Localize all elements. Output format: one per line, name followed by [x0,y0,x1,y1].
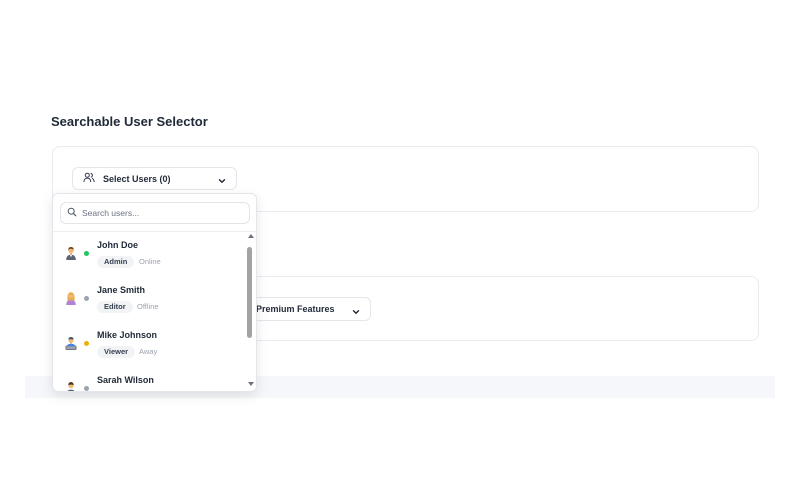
role-badge: Viewer [97,346,136,358]
user-row-mike-johnson[interactable]: Mike Johnson Viewer Away [53,322,246,367]
chevron-down-icon [217,173,227,191]
user-row-john-doe[interactable]: John Doe Admin Online [53,232,246,277]
section-title: Searchable User Selector [51,114,208,129]
status-dot [84,386,89,391]
search-box [60,202,250,224]
man-icon [65,246,77,260]
role-badge: Editor [97,301,133,313]
scrollbar[interactable] [246,232,256,391]
woman-icon [65,291,77,305]
search-input[interactable] [82,208,242,218]
search-icon [67,204,77,222]
offline-status-dot [84,296,89,301]
users-icon [83,170,95,188]
user-list: John Doe Admin Online Jane Smith Editor … [53,232,246,391]
chevron-down-icon [351,304,361,322]
select-users-label: Select Users (0) [103,173,171,184]
user-name: Sarah Wilson [97,375,154,385]
status-text: Online [139,257,161,266]
premium-features-label: Premium Features [256,304,335,314]
scroll-up-arrow-icon[interactable] [248,234,254,238]
user-dropdown: John Doe Admin Online Jane Smith Editor … [52,193,257,392]
user-row-sarah-wilson[interactable]: Sarah Wilson [53,367,246,391]
online-status-dot [84,251,89,256]
user-name: Jane Smith [97,285,146,295]
scroll-down-arrow-icon[interactable] [248,382,254,386]
status-text: Away [139,347,158,356]
status-text: Offline [137,302,159,311]
user-name: John Doe [97,240,139,250]
person-icon [65,381,77,391]
select-users-button[interactable]: Select Users (0) [72,167,237,190]
scroll-thumb[interactable] [247,247,252,338]
technician-icon [65,336,77,350]
role-badge: Admin [97,256,135,268]
user-row-jane-smith[interactable]: Jane Smith Editor Offline [53,277,246,322]
away-status-dot [84,341,89,346]
user-name: Mike Johnson [97,330,158,340]
